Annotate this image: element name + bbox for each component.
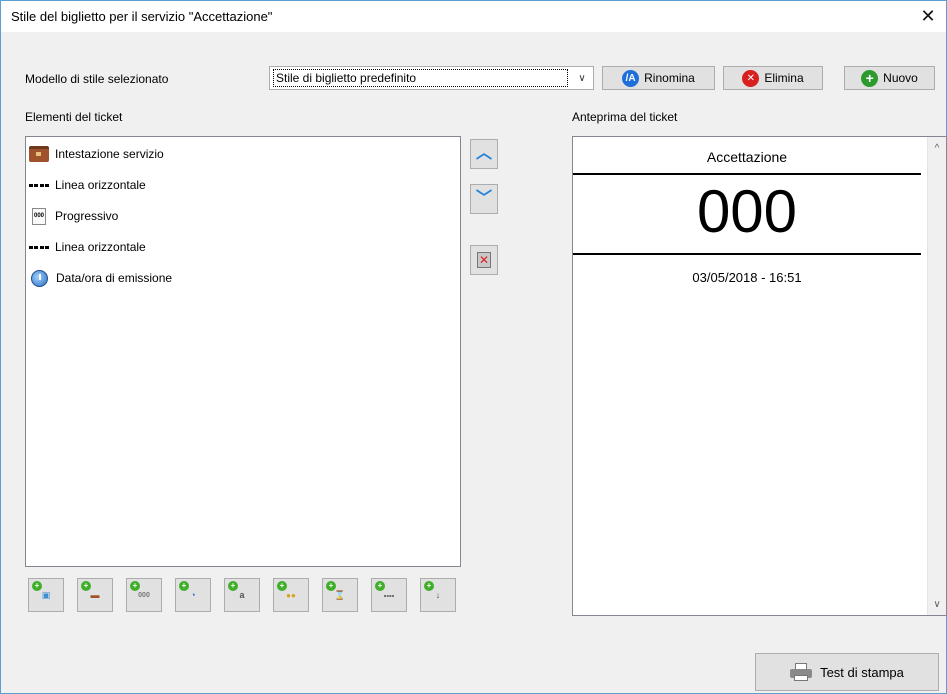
preview-label: Anteprima del ticket (572, 110, 678, 124)
rename-button-label: Rinomina (644, 71, 695, 85)
add-people-icon: + ●● (277, 581, 301, 605)
add-page-break-icon: + ↓ (424, 581, 448, 605)
add-horizontal-line-button[interactable]: + ---- (371, 578, 407, 612)
add-service-header-button[interactable]: + ▬ (77, 578, 113, 612)
list-item[interactable]: Data/ora di emissione (29, 267, 172, 289)
ticket-style-dialog: Stile del biglietto per il servizio "Acc… (0, 0, 947, 694)
dashed-line-icon (29, 241, 49, 253)
list-item-label: Progressivo (55, 209, 119, 223)
dashed-line-icon (29, 179, 49, 191)
add-datetime-button[interactable]: + ◔ (175, 578, 211, 612)
style-model-select[interactable]: Stile di biglietto predefinito ∨ (269, 66, 594, 90)
preview-datetime: 03/05/2018 - 16:51 (692, 270, 802, 285)
elements-list[interactable]: Intestazione servizio Linea orizzontale … (25, 136, 461, 567)
list-item-label: Linea orizzontale (55, 178, 146, 192)
trash-icon: ✕ (477, 252, 491, 268)
remove-element-button[interactable]: ✕ (470, 245, 498, 275)
chevron-up-icon: ︿ (475, 145, 492, 162)
add-progressive-button[interactable]: +000 (126, 578, 162, 612)
title-bar: Stile del biglietto per il servizio "Acc… (1, 1, 946, 32)
close-icon: ✕ (920, 6, 936, 26)
add-image-button[interactable]: + ▣ (28, 578, 64, 612)
move-down-button[interactable]: ﹀ (470, 184, 498, 214)
preview-horizontal-line (573, 253, 921, 255)
rename-icon: /A (622, 69, 640, 87)
ticket-number-icon: 000 (32, 207, 46, 225)
add-wait-time-icon: + ⌛ (326, 581, 350, 605)
preview-service-name: Accettazione (706, 149, 788, 165)
add-text-button[interactable]: + a (224, 578, 260, 612)
add-datetime-icon: + ◔ (179, 581, 203, 605)
elements-label: Elementi del ticket (25, 110, 123, 124)
window-title: Stile del biglietto per il servizio "Acc… (11, 9, 273, 24)
style-model-selected: Stile di biglietto predefinito (273, 69, 568, 87)
new-button-label: Nuovo (883, 71, 918, 85)
delete-button-label: Elimina (764, 71, 804, 85)
preview-horizontal-line (573, 173, 921, 175)
chevron-down-icon: ∨ (578, 72, 586, 84)
printer-icon (790, 663, 813, 681)
list-item-label: Data/ora di emissione (56, 271, 173, 285)
print-test-button[interactable]: Test di stampa (755, 653, 939, 691)
preview-scrollbar[interactable]: ^ ∨ (927, 137, 946, 615)
style-model-label: Modello di stile selezionato (25, 72, 169, 86)
briefcase-icon (29, 146, 49, 162)
list-item[interactable]: Linea orizzontale (29, 174, 146, 196)
add-wait-time-button[interactable]: + ⌛ (322, 578, 358, 612)
add-image-icon: + ▣ (32, 581, 56, 605)
list-item[interactable]: 000 Progressivo (29, 205, 118, 227)
add-text-icon: + a (228, 581, 252, 605)
add-page-break-button[interactable]: + ↓ (420, 578, 456, 612)
add-progressive-icon: +000 (130, 581, 154, 605)
chevron-down-icon: ﹀ (475, 190, 492, 207)
preview-ticket-number: 000 (696, 178, 798, 245)
delete-button[interactable]: ✕ Elimina (723, 66, 823, 90)
scroll-down-icon[interactable]: ∨ (928, 595, 946, 613)
add-service-header-icon: + ▬ (81, 581, 105, 605)
print-test-label: Test di stampa (820, 664, 904, 680)
ticket-preview: Accettazione 000 03/05/2018 - 16:51 ^ ∨ (572, 136, 947, 616)
scroll-up-icon[interactable]: ^ (928, 139, 946, 157)
add-people-button[interactable]: + ●● (273, 578, 309, 612)
list-item[interactable]: Linea orizzontale (29, 236, 146, 258)
list-item-label: Intestazione servizio (55, 147, 164, 161)
list-item[interactable]: Intestazione servizio (29, 143, 164, 165)
delete-icon: ✕ (742, 69, 760, 87)
add-icon: + (861, 69, 879, 87)
list-item-label: Linea orizzontale (55, 240, 146, 254)
move-up-button[interactable]: ︿ (470, 139, 498, 169)
new-button[interactable]: + Nuovo (844, 66, 935, 90)
clock-icon (31, 269, 48, 287)
close-button[interactable]: ✕ (910, 1, 946, 32)
rename-button[interactable]: /A Rinomina (602, 66, 715, 90)
add-horizontal-line-icon: + ---- (375, 581, 399, 605)
